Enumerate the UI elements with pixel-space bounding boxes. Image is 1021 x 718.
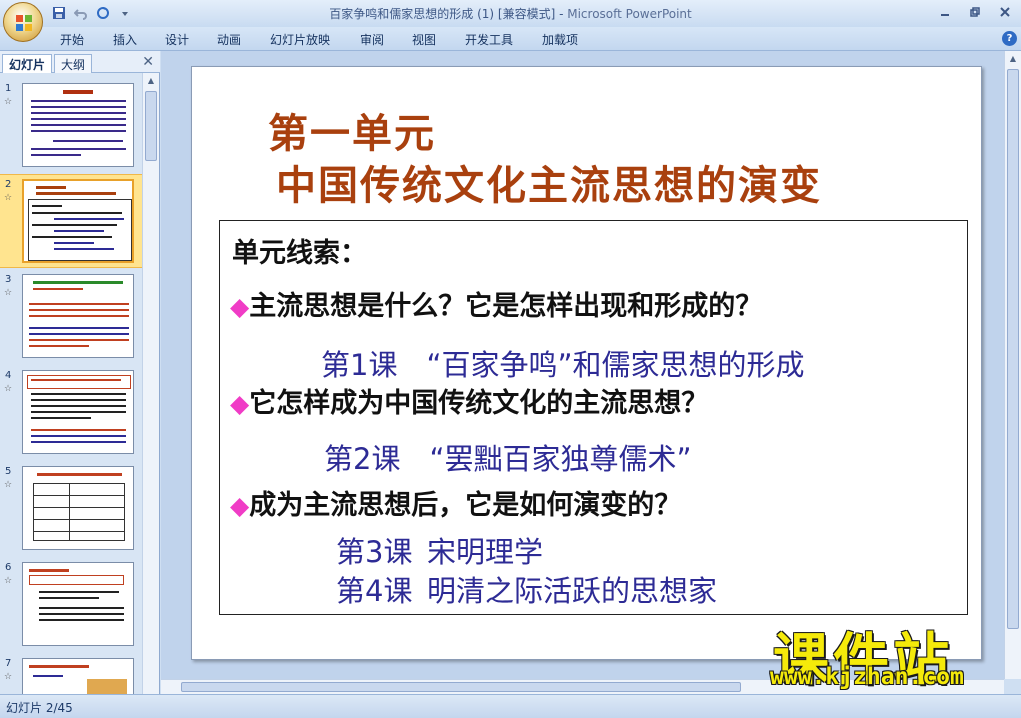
animation-star-icon: ☆ — [4, 97, 13, 107]
lesson-number: 第4课 — [336, 574, 413, 608]
lesson-2: 第2课 “罢黜百家独尊儒术” — [324, 436, 692, 478]
slide-title-line2[interactable]: 中国传统文化主流思想的演变 — [276, 153, 822, 211]
thumbnail-row[interactable]: 4 ☆ — [0, 366, 142, 460]
slides-pane: 幻灯片 大纲 ✕ 1 ☆ 2 ☆ 3 ☆ 4 ☆ 5 ☆ 6 ☆ 7 ☆ ▲ — [0, 51, 160, 694]
scroll-thumb[interactable] — [1007, 69, 1019, 629]
question-text: 它怎样成为中国传统文化的主流思想？ — [249, 388, 709, 419]
tab-addins[interactable]: 加载项 — [542, 31, 578, 48]
question-1: ◆主流思想是什么？它是怎样出现和形成的？ — [230, 284, 762, 323]
thumbnail-number: 7 — [5, 658, 12, 669]
slide-thumbnail[interactable] — [22, 179, 134, 263]
app-name: Microsoft PowerPoint — [567, 7, 692, 21]
slide-thumbnail[interactable] — [22, 370, 134, 454]
animation-star-icon: ☆ — [4, 384, 13, 394]
editor-vertical-scrollbar[interactable]: ▲ — [1004, 51, 1021, 679]
lesson-3: 第3课 宋明理学 — [336, 529, 543, 571]
close-icon[interactable] — [995, 3, 1015, 21]
lesson-name: 明清之际活跃的思想家 — [426, 574, 717, 608]
question-text: 成为主流思想后，它是如何演变的？ — [249, 490, 682, 521]
bullet-diamond-icon: ◆ — [230, 292, 250, 321]
lesson-number: 第1课 — [321, 348, 398, 382]
status-bar: 幻灯片 2/45 — [0, 694, 1021, 718]
scroll-up-icon[interactable]: ▲ — [1008, 54, 1018, 64]
slide-thumbnail[interactable] — [22, 274, 134, 358]
scroll-thumb[interactable] — [181, 682, 741, 692]
slide-counter: 幻灯片 2/45 — [6, 701, 73, 715]
thumbnail-number: 6 — [5, 562, 12, 573]
help-icon[interactable]: ? — [1002, 31, 1017, 46]
tab-design[interactable]: 设计 — [165, 31, 189, 48]
title-separator: - — [555, 7, 568, 21]
minimize-icon[interactable] — [935, 3, 955, 21]
lesson-4: 第4课 明清之际活跃的思想家 — [336, 568, 717, 610]
slide-thumbnail[interactable] — [22, 658, 134, 694]
office-button[interactable] — [3, 2, 43, 42]
thumbnail-row[interactable]: 1 ☆ — [0, 79, 142, 173]
content-textbox[interactable]: 单元线索： ◆主流思想是什么？它是怎样出现和形成的？ 第1课 “百家争鸣”和儒家… — [219, 220, 968, 615]
thumbnail-number: 2 — [5, 179, 12, 190]
thumbnail-scrollbar[interactable]: ▲ — [142, 73, 159, 694]
question-2: ◆它怎样成为中国传统文化的主流思想？ — [230, 381, 708, 420]
lesson-number: 第2课 — [324, 442, 401, 476]
lesson-1: 第1课 “百家争鸣”和儒家思想的形成 — [321, 342, 805, 384]
thumbnail-row[interactable]: 3 ☆ — [0, 270, 142, 364]
tab-home[interactable]: 开始 — [60, 31, 84, 48]
pane-close-icon[interactable]: ✕ — [142, 54, 154, 70]
bullet-diamond-icon: ◆ — [230, 491, 250, 520]
tab-slideshow[interactable]: 幻灯片放映 — [270, 31, 330, 48]
slide-thumbnail[interactable] — [22, 83, 134, 167]
thumbnail-number: 5 — [5, 466, 12, 477]
animation-star-icon: ☆ — [4, 193, 13, 203]
slide-editing-area: 第一单元 中国传统文化主流思想的演变 单元线索： ◆主流思想是什么？它是怎样出现… — [161, 51, 1004, 679]
thumbnail-row[interactable]: 5 ☆ — [0, 462, 142, 556]
slide-thumbnail[interactable] — [22, 562, 134, 646]
watermark-url: www.kjzhan.com — [770, 664, 964, 690]
bullet-diamond-icon: ◆ — [230, 389, 250, 418]
pane-tab-bar: 幻灯片 大纲 ✕ — [0, 51, 160, 73]
thumbnail-number: 1 — [5, 83, 12, 94]
thumbnail-row[interactable]: 6 ☆ — [0, 558, 142, 652]
tab-view[interactable]: 视图 — [412, 31, 436, 48]
scroll-up-icon[interactable]: ▲ — [146, 76, 156, 86]
clue-label: 单元线索： — [232, 238, 367, 269]
window-title: 百家争鸣和儒家思想的形成 (1) [兼容模式] - Microsoft Powe… — [0, 5, 1021, 22]
office-logo-icon — [16, 15, 32, 31]
restore-icon[interactable] — [965, 3, 985, 21]
document-title: 百家争鸣和儒家思想的形成 (1) [兼容模式] — [329, 7, 556, 21]
animation-star-icon: ☆ — [4, 576, 13, 586]
thumbnail-row[interactable]: 7 ☆ — [0, 654, 142, 694]
tab-animations[interactable]: 动画 — [217, 31, 241, 48]
tab-developer[interactable]: 开发工具 — [465, 31, 513, 48]
animation-star-icon: ☆ — [4, 672, 13, 682]
slide-thumbnail[interactable] — [22, 466, 134, 550]
tab-review[interactable]: 审阅 — [360, 31, 384, 48]
title-bar: 百家争鸣和儒家思想的形成 (1) [兼容模式] - Microsoft Powe… — [0, 0, 1021, 27]
current-slide[interactable]: 第一单元 中国传统文化主流思想的演变 单元线索： ◆主流思想是什么？它是怎样出现… — [191, 66, 982, 660]
powerpoint-window: 百家争鸣和儒家思想的形成 (1) [兼容模式] - Microsoft Powe… — [0, 0, 1021, 718]
question-text: 主流思想是什么？它是怎样出现和形成的？ — [249, 291, 763, 322]
tab-insert[interactable]: 插入 — [113, 31, 137, 48]
slide-title-line1[interactable]: 第一单元 — [268, 101, 436, 159]
thumbnail-number: 3 — [5, 274, 12, 285]
thumbnail-row-selected[interactable]: 2 ☆ — [0, 174, 142, 268]
tab-slides[interactable]: 幻灯片 — [2, 54, 53, 73]
animation-star-icon: ☆ — [4, 288, 13, 298]
thumbnail-list: 1 ☆ 2 ☆ 3 ☆ 4 ☆ 5 ☆ 6 ☆ 7 ☆ — [0, 73, 142, 694]
lesson-name: “罢黜百家独尊儒术” — [429, 442, 692, 476]
window-controls — [935, 3, 1015, 21]
scroll-thumb[interactable] — [145, 91, 157, 161]
thumbnail-number: 4 — [5, 370, 12, 381]
lesson-number: 第3课 — [336, 535, 413, 569]
ribbon-tab-bar: 开始 插入 设计 动画 幻灯片放映 审阅 视图 开发工具 加载项 ? — [0, 27, 1021, 51]
lesson-name: 宋明理学 — [426, 535, 543, 569]
question-3: ◆成为主流思想后，它是如何演变的？ — [230, 483, 681, 522]
animation-star-icon: ☆ — [4, 480, 13, 490]
tab-outline[interactable]: 大纲 — [54, 54, 93, 73]
lesson-name: “百家争鸣”和儒家思想的形成 — [426, 348, 805, 382]
